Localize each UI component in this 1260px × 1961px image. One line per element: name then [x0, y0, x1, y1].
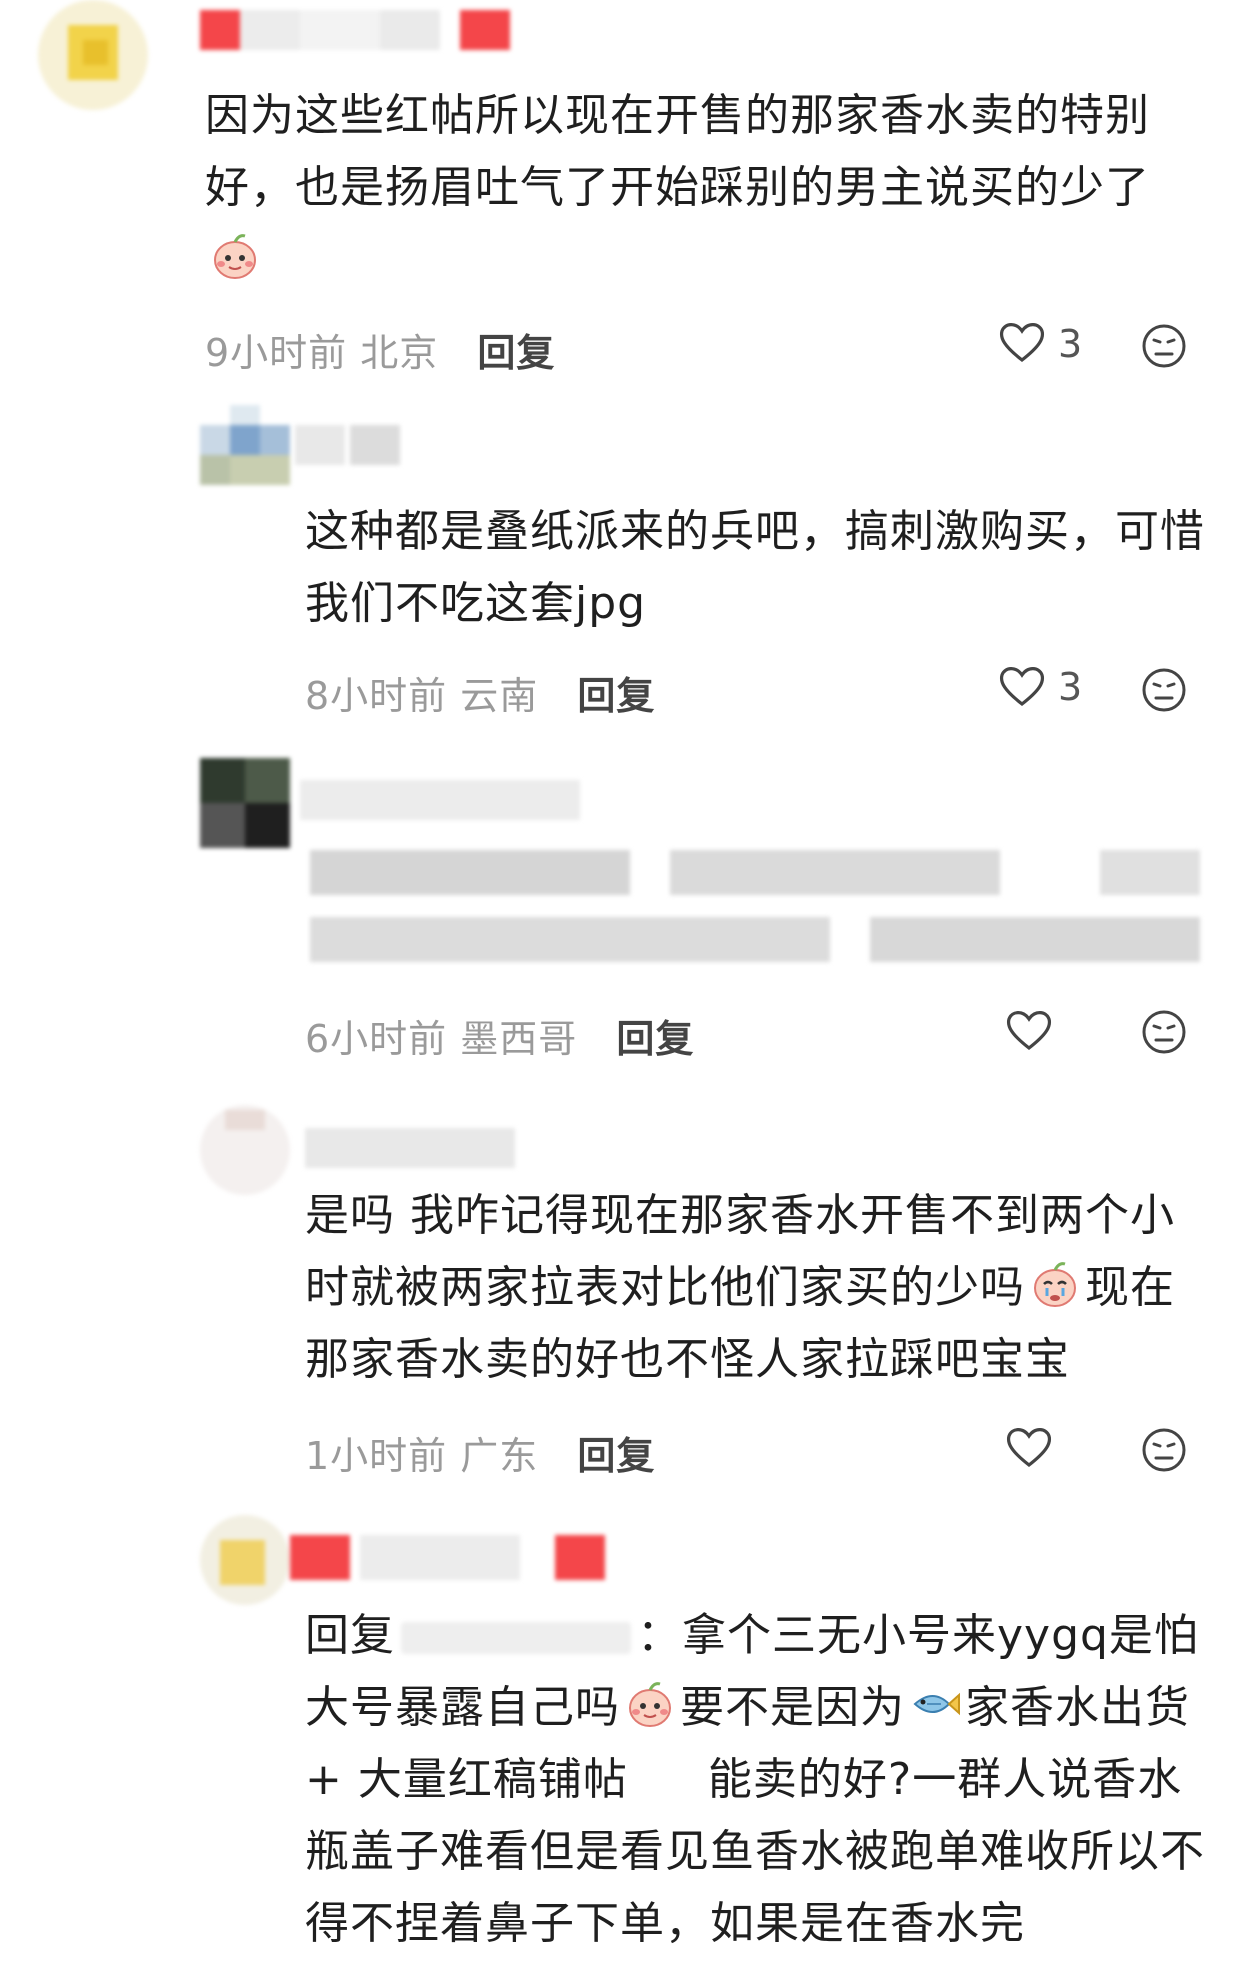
comment-time: 6小时前 [305, 1017, 448, 1061]
username-blurred[interactable] [295, 425, 405, 465]
comment-text: 因为这些红帖所以现在开售的那家香水卖的特别好，也是扬眉吐气了开始踩别的男主说买的… [205, 80, 1205, 296]
comment-location: 广东 [460, 1434, 539, 1478]
comment-meta: 9小时前 北京 回复 [205, 322, 555, 377]
avatar[interactable] [200, 405, 290, 495]
comment-meta: 1小时前 广东 回复 [305, 1425, 655, 1480]
meh-face-icon[interactable] [1140, 1008, 1188, 1056]
reply-button[interactable]: 回复 [477, 331, 555, 375]
heart-outline-icon[interactable] [1005, 1008, 1053, 1052]
comment-text: 回复 ：拿个三无小号来yygq是怕大号暴露自己吗 要不是因为 家香水出货 + 大量… [305, 1610, 1205, 1949]
reply-button[interactable]: 回复 [616, 1017, 694, 1061]
comment-location: 北京 [360, 331, 439, 375]
comment-location: 云南 [460, 674, 539, 718]
reply-button[interactable]: 回复 [577, 1434, 655, 1478]
crying-peach-emoji [629, 1682, 671, 1727]
comment-time: 9小时前 [205, 331, 348, 375]
username-blurred[interactable] [300, 780, 580, 820]
heart-outline-icon[interactable] [998, 320, 1046, 364]
like-count: 3 [1058, 322, 1083, 366]
avatar[interactable] [200, 1105, 290, 1195]
crying-peach-emoji [1034, 1262, 1076, 1307]
comment-location: 墨西哥 [460, 1017, 578, 1061]
username-blurred[interactable] [290, 1535, 610, 1580]
avatar[interactable] [200, 758, 290, 848]
avatar[interactable] [200, 1515, 290, 1605]
fish-emoji [913, 1692, 960, 1716]
comment-time: 1小时前 [305, 1434, 448, 1478]
heart-outline-icon[interactable] [998, 664, 1046, 708]
username-blurred[interactable] [200, 0, 510, 60]
comment-meta: 6小时前 墨西哥 回复 [305, 1008, 694, 1063]
meh-face-icon[interactable] [1140, 322, 1188, 370]
comment-meta: 8小时前 云南 回复 [305, 665, 655, 720]
comment-text-blurred [300, 845, 1200, 975]
reply-button[interactable]: 回复 [577, 674, 655, 718]
comment-text: 这种都是叠纸派来的兵吧，搞刺激购买，可惜我们不吃这套jpg [305, 506, 1205, 629]
meh-face-icon[interactable] [1140, 1426, 1188, 1474]
avatar[interactable] [38, 0, 148, 110]
crying-peach-emoji [214, 234, 256, 279]
username-blurred[interactable] [305, 1128, 515, 1168]
meh-face-icon[interactable] [1140, 666, 1188, 714]
like-count: 3 [1058, 665, 1083, 709]
comment-time: 8小时前 [305, 674, 448, 718]
comment-text: 是吗 我咋记得现在那家香水开售不到两个小时就被两家拉表对比他们家买的少吗 现在那… [305, 1190, 1175, 1385]
mentioned-user-blurred[interactable] [401, 1622, 631, 1654]
heart-outline-icon[interactable] [1005, 1425, 1053, 1469]
